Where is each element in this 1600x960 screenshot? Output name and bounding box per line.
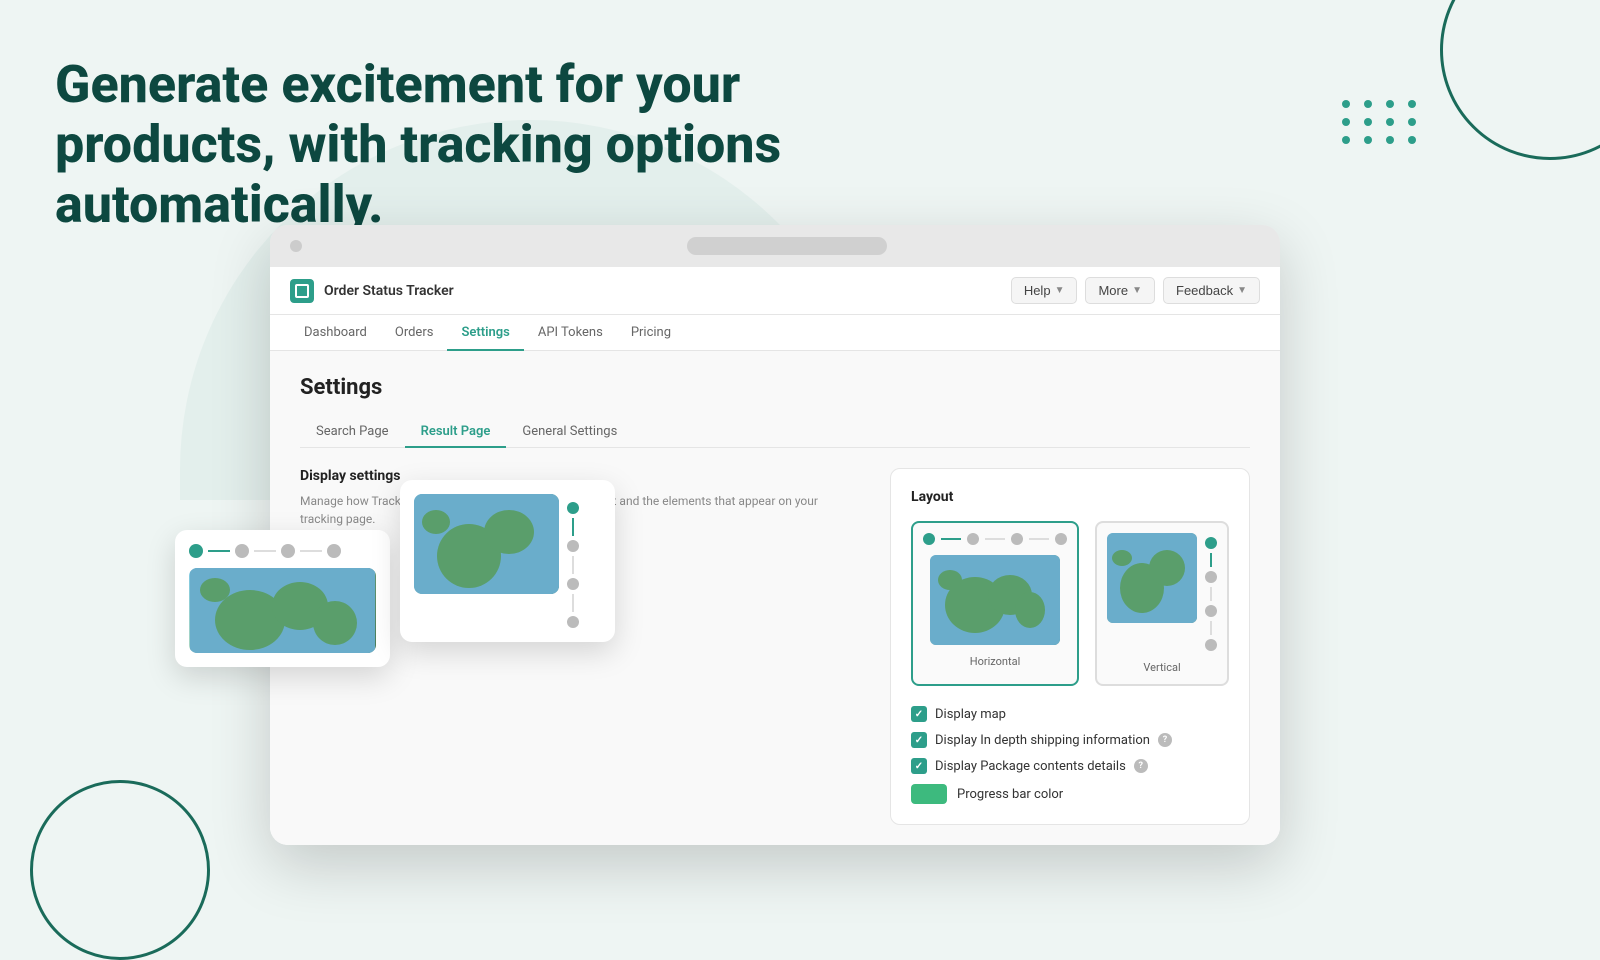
- tracker-dots-vertical: [1205, 533, 1217, 651]
- v-dot-inactive-2: [1205, 605, 1217, 617]
- v-line-gray-1: [1210, 587, 1212, 601]
- browser-chrome: [270, 225, 1280, 267]
- checkbox-label-package-contents: Display Package contents details: [935, 759, 1126, 774]
- v-preview-line-active: [572, 518, 574, 536]
- v-line-active: [1210, 553, 1212, 567]
- tab-pricing[interactable]: Pricing: [617, 315, 685, 351]
- browser-address-bar: [687, 237, 887, 255]
- hero-section: Generate excitement for your products, w…: [55, 55, 835, 234]
- preview-line-gray-1: [254, 550, 276, 552]
- preview-map-horizontal: [189, 568, 376, 653]
- bg-decoration-circle-bottom: [30, 780, 210, 960]
- app-header: Order Status Tracker Help ▼ More ▼ Feedb…: [270, 267, 1280, 315]
- progress-bar-color-label: Progress bar color: [957, 787, 1063, 802]
- settings-title: Settings: [300, 375, 1250, 400]
- browser-dot-1: [290, 240, 302, 252]
- tracker-dot-inactive-3: [1055, 533, 1067, 545]
- preview-card-vertical: [400, 480, 615, 642]
- tab-settings[interactable]: Settings: [447, 315, 523, 351]
- preview-dot-gray-2: [281, 544, 295, 558]
- tracker-dot-active: [923, 533, 935, 545]
- app-title: Order Status Tracker: [324, 283, 454, 299]
- layout-title: Layout: [911, 489, 1229, 505]
- tracker-line-gray-1: [985, 538, 1005, 540]
- v-dot-inactive-3: [1205, 639, 1217, 651]
- preview-dot-active: [189, 544, 203, 558]
- chevron-down-icon: ▼: [1237, 285, 1247, 296]
- layout-panel: Layout: [890, 468, 1250, 825]
- info-icon-shipping: ?: [1158, 733, 1172, 747]
- layout-option-horizontal[interactable]: Horizontal: [911, 521, 1079, 686]
- tracker-dots-horizontal: [923, 533, 1067, 545]
- sub-tabs: Search Page Result Page General Settings: [300, 416, 1250, 448]
- hero-title: Generate excitement for your products, w…: [55, 55, 835, 234]
- v-preview-dot-gray-1: [567, 540, 579, 552]
- v-preview-dot-gray-3: [567, 616, 579, 628]
- sub-tab-general-settings[interactable]: General Settings: [506, 416, 633, 448]
- more-button[interactable]: More ▼: [1085, 277, 1155, 304]
- layout-options: Horizontal: [911, 521, 1229, 686]
- checkbox-package-contents: Display Package contents details ?: [911, 758, 1229, 774]
- checkbox-label-shipping-info: Display In depth shipping information: [935, 733, 1150, 748]
- tracker-dot-inactive-2: [1011, 533, 1023, 545]
- app-logo-inner: [295, 284, 309, 298]
- progress-bar-color-row: Progress bar color: [911, 784, 1229, 804]
- checkbox-icon-shipping-info[interactable]: [911, 732, 927, 748]
- v-dot-active: [1205, 537, 1217, 549]
- preview-tracker-horizontal: [189, 544, 376, 558]
- sub-tab-search-page[interactable]: Search Page: [300, 416, 405, 448]
- chevron-down-icon: ▼: [1055, 285, 1065, 296]
- preview-line: [208, 550, 230, 552]
- checkbox-icon-display-map[interactable]: [911, 706, 927, 722]
- map-preview-vertical: [1107, 533, 1197, 623]
- preview-dot-gray-1: [235, 544, 249, 558]
- v-preview-line-gray-1: [572, 556, 574, 574]
- layout-label-horizontal: Horizontal: [970, 655, 1021, 668]
- v-preview-line-gray-2: [572, 594, 574, 612]
- tracker-line: [941, 538, 961, 540]
- checkbox-icon-package-contents[interactable]: [911, 758, 927, 774]
- preview-map-vertical: [414, 494, 559, 594]
- progress-bar-color-swatch[interactable]: [911, 784, 947, 804]
- info-icon-package: ?: [1134, 759, 1148, 773]
- sub-tab-result-page[interactable]: Result Page: [405, 416, 507, 448]
- preview-line-gray-2: [300, 550, 322, 552]
- header-actions: Help ▼ More ▼ Feedback ▼: [1011, 277, 1260, 304]
- checkbox-shipping-info: Display In depth shipping information ?: [911, 732, 1229, 748]
- chevron-down-icon: ▼: [1132, 285, 1142, 296]
- map-preview-horizontal: [930, 555, 1060, 645]
- layout-option-vertical[interactable]: Vertical: [1095, 521, 1229, 686]
- v-line-gray-2: [1210, 621, 1212, 635]
- preview-dot-gray-3: [327, 544, 341, 558]
- tracker-dot-inactive-1: [967, 533, 979, 545]
- feedback-button[interactable]: Feedback ▼: [1163, 277, 1260, 304]
- tab-api-tokens[interactable]: API Tokens: [524, 315, 617, 351]
- help-button[interactable]: Help ▼: [1011, 277, 1078, 304]
- dots-decoration: [1342, 100, 1420, 144]
- tab-dashboard[interactable]: Dashboard: [290, 315, 381, 351]
- preview-card-horizontal: [175, 530, 390, 667]
- checkbox-display-map: Display map: [911, 706, 1229, 722]
- v-preview-dot-gray-2: [567, 578, 579, 590]
- app-logo: [290, 279, 314, 303]
- tracker-line-gray-2: [1029, 538, 1049, 540]
- bg-decoration-circle-top: [1440, 0, 1600, 160]
- tab-orders[interactable]: Orders: [381, 315, 448, 351]
- nav-tabs: Dashboard Orders Settings API Tokens Pri…: [270, 315, 1280, 351]
- v-preview-dot-active: [567, 502, 579, 514]
- checkbox-label-display-map: Display map: [935, 707, 1006, 722]
- v-dot-inactive-1: [1205, 571, 1217, 583]
- layout-label-vertical: Vertical: [1143, 661, 1180, 674]
- preview-tracker-vertical: [567, 502, 579, 628]
